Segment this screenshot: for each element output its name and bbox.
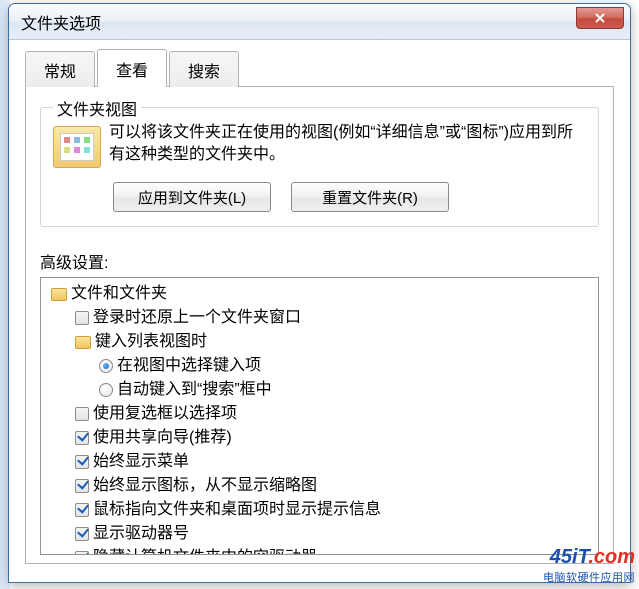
checkbox-icon (75, 311, 89, 325)
tree-item-label: 显示驱动器号 (93, 522, 189, 546)
tree-item-8[interactable]: 始终显示图标，从不显示缩略图 (47, 474, 592, 498)
tree-item-0: 文件和文件夹 (47, 282, 592, 306)
advanced-settings-label: 高级设置: (40, 249, 599, 273)
watermark-text-1: 45iT (550, 546, 589, 568)
tab-panel-view: 文件夹视图 可以将该文件夹正在使用的视图(例如“详细信息”或“图标”)应用到所有… (25, 87, 614, 564)
tree-item-4[interactable]: 自动键入到“搜索”框中 (47, 378, 592, 402)
tree-item-label: 登录时还原上一个文件夹窗口 (93, 306, 301, 330)
tab-search[interactable]: 搜索 (169, 51, 239, 87)
folder-icon (75, 336, 91, 349)
folder-view-group: 文件夹视图 可以将该文件夹正在使用的视图(例如“详细信息”或“图标”)应用到所有… (40, 107, 599, 227)
checkbox-icon (75, 479, 89, 493)
advanced-settings-tree[interactable]: 文件和文件夹登录时还原上一个文件夹窗口键入列表视图时在视图中选择键入项自动键入到… (40, 277, 599, 555)
tab-view[interactable]: 查看 (97, 49, 167, 87)
tree-item-label: 隐藏计算机文件夹中的空驱动器 (93, 546, 317, 555)
titlebar[interactable]: 文件夹选项 (9, 4, 630, 40)
tree-item-label: 在视图中选择键入项 (117, 354, 261, 378)
reset-folders-button[interactable]: 重置文件夹(R) (291, 182, 449, 212)
checkbox-icon (75, 551, 89, 555)
folder-view-group-title: 文件夹视图 (53, 96, 141, 120)
checkbox-icon (75, 431, 89, 445)
tree-item-label: 键入列表视图时 (95, 330, 207, 354)
tree-item-label: 自动键入到“搜索”框中 (117, 378, 272, 402)
checkbox-icon (75, 455, 89, 469)
tree-item-3[interactable]: 在视图中选择键入项 (47, 354, 592, 378)
folder-view-description: 可以将该文件夹正在使用的视图(例如“详细信息”或“图标”)应用到所有这种类型的文… (109, 122, 586, 165)
checkbox-icon (75, 407, 89, 421)
close-button[interactable] (576, 7, 624, 29)
tree-item-11[interactable]: 隐藏计算机文件夹中的空驱动器 (47, 546, 592, 555)
folder-icon (51, 288, 67, 301)
watermark-subtitle: 电脑软硬件应用网 (543, 569, 635, 585)
tree-item-9[interactable]: 鼠标指向文件夹和桌面项时显示提示信息 (47, 498, 592, 522)
folder-options-dialog: 文件夹选项 常规 查看 搜索 文件夹视图 可以将该文件夹正在使用的视图(例如“详… (8, 3, 631, 583)
tree-item-1[interactable]: 登录时还原上一个文件夹窗口 (47, 306, 592, 330)
checkbox-icon (75, 527, 89, 541)
checkbox-icon (75, 503, 89, 517)
tree-item-label: 鼠标指向文件夹和桌面项时显示提示信息 (93, 498, 381, 522)
tree-item-6[interactable]: 使用共享向导(推荐) (47, 426, 592, 450)
folder-view-icon (53, 126, 101, 168)
tree-item-7[interactable]: 始终显示菜单 (47, 450, 592, 474)
tree-item-label: 使用共享向导(推荐) (93, 426, 232, 450)
tree-item-10[interactable]: 显示驱动器号 (47, 522, 592, 546)
watermark: 45iT.com 电脑软硬件应用网 (543, 546, 635, 585)
tab-strip: 常规 查看 搜索 (25, 50, 614, 87)
tree-item-label: 文件和文件夹 (71, 282, 167, 306)
radio-icon (99, 383, 113, 397)
tree-item-label: 使用复选框以选择项 (93, 402, 237, 426)
apply-to-folders-button[interactable]: 应用到文件夹(L) (113, 182, 271, 212)
dialog-content: 常规 查看 搜索 文件夹视图 可以将该文件夹正在使用的视图(例如“详细信息”或“… (9, 40, 630, 574)
window-title: 文件夹选项 (21, 10, 576, 34)
tree-item-label: 始终显示菜单 (93, 450, 189, 474)
tree-item-5[interactable]: 使用复选框以选择项 (47, 402, 592, 426)
tree-item-label: 始终显示图标，从不显示缩略图 (93, 474, 317, 498)
watermark-text-2: .com (588, 546, 635, 568)
radio-icon (99, 359, 113, 373)
tab-general[interactable]: 常规 (25, 51, 95, 87)
tree-item-2: 键入列表视图时 (47, 330, 592, 354)
close-icon (594, 12, 606, 24)
